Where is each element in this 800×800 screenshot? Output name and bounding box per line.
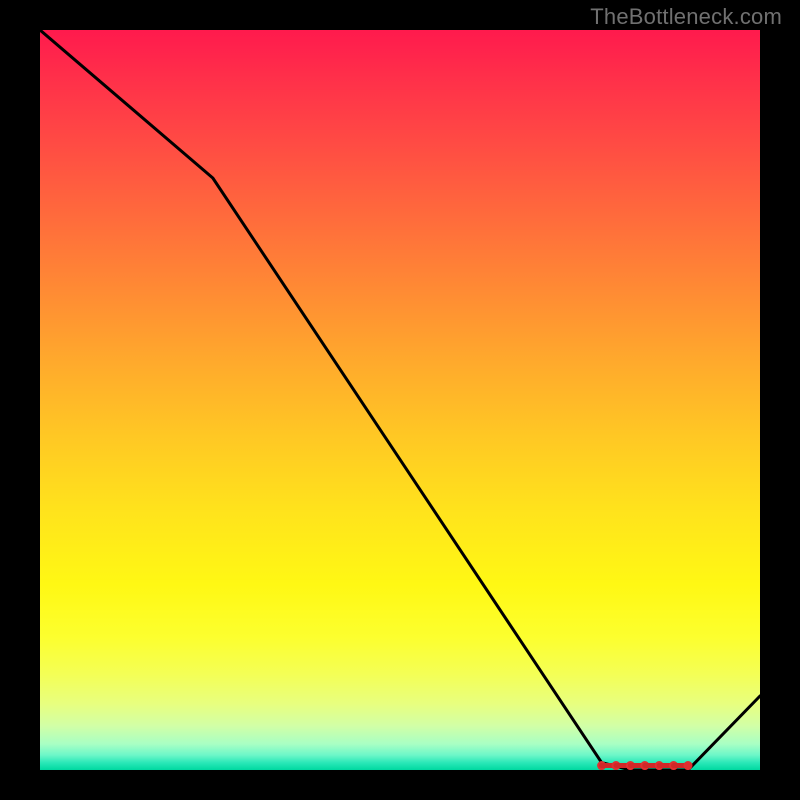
main-curve xyxy=(40,30,760,770)
chart-frame: TheBottleneck.com xyxy=(0,0,800,800)
marker-dot xyxy=(684,761,693,770)
plot-area xyxy=(40,30,760,770)
watermark-text: TheBottleneck.com xyxy=(590,4,782,30)
chart-svg xyxy=(40,30,760,770)
